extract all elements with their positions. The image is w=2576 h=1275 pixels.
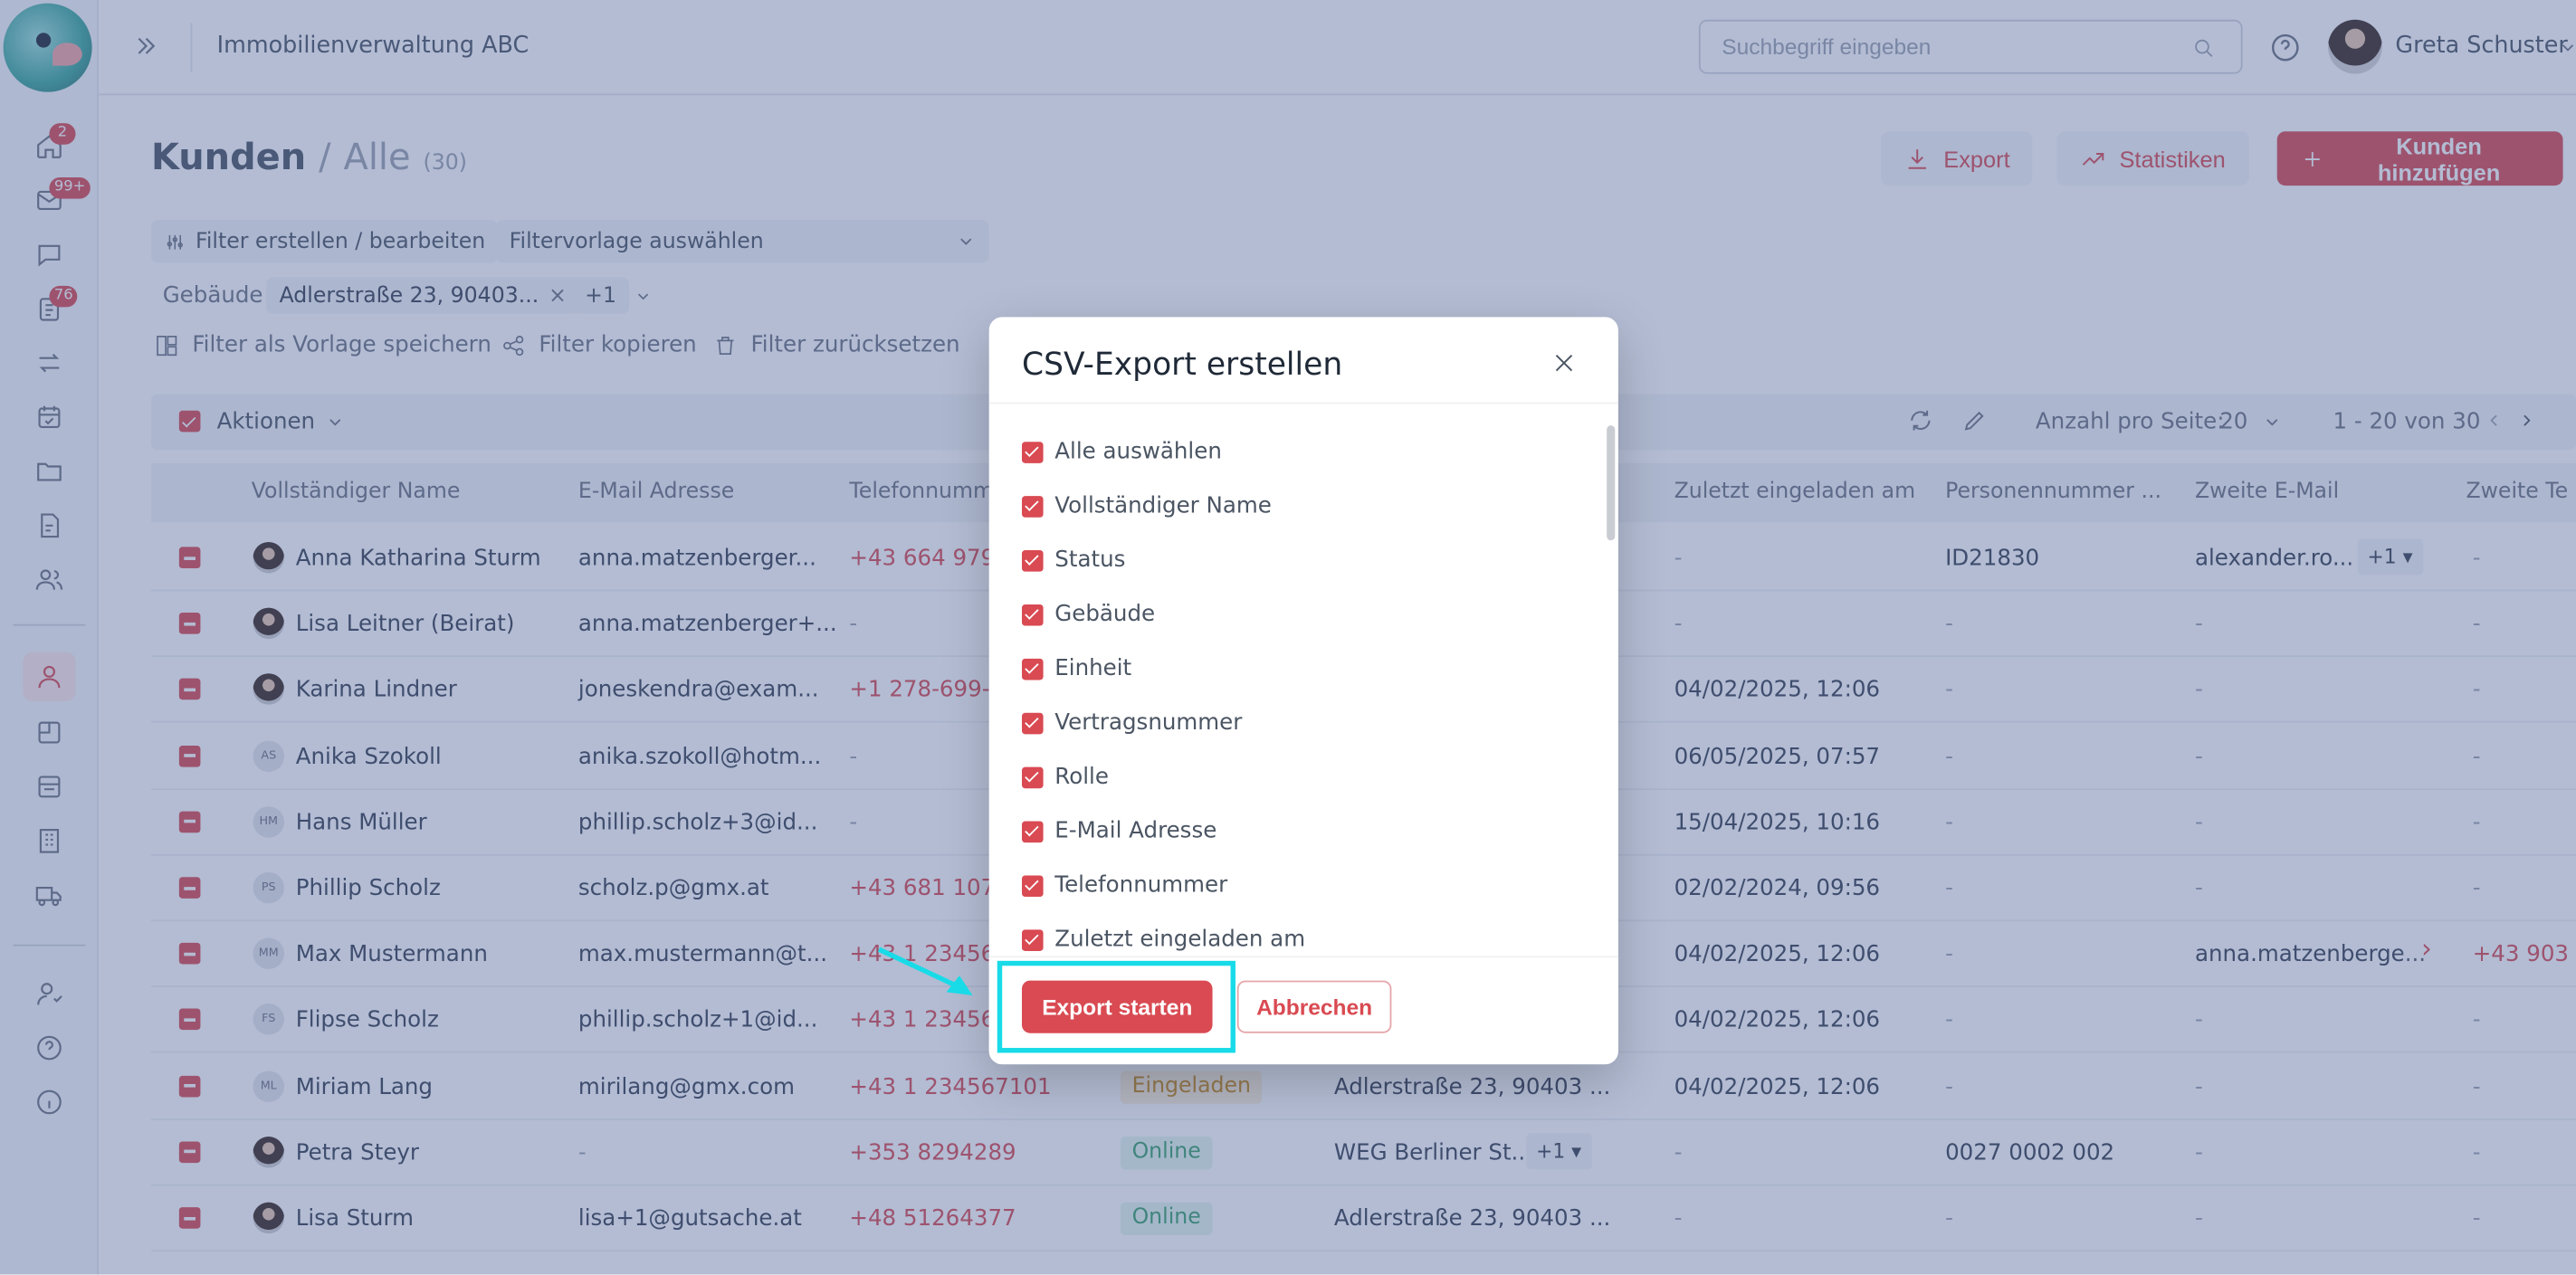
- export-option[interactable]: Zuletzt eingeladen am: [1021, 925, 1306, 955]
- close-icon[interactable]: [1550, 350, 1583, 383]
- option-label: Telefonnummer: [1054, 871, 1228, 899]
- option-checkbox[interactable]: [1021, 657, 1044, 680]
- option-checkbox[interactable]: [1021, 604, 1044, 625]
- option-label: Alle auswählen: [1054, 438, 1222, 465]
- dialog-scrollbar[interactable]: [1607, 425, 1616, 541]
- option-checkbox[interactable]: [1021, 874, 1044, 897]
- option-checkbox[interactable]: [1021, 820, 1044, 842]
- option-label: Einheit: [1054, 655, 1132, 682]
- option-label: Vertragsnummer: [1054, 709, 1243, 737]
- option-checkbox[interactable]: [1021, 928, 1044, 951]
- export-option[interactable]: Alle auswählen: [1021, 437, 1222, 467]
- cancel-button[interactable]: Abbrechen: [1236, 980, 1392, 1033]
- option-checkbox[interactable]: [1021, 549, 1044, 571]
- export-option[interactable]: Gebäude: [1021, 600, 1156, 630]
- app-root: 2 99+ 76 Immobilienverwaltung ABC Suchbe…: [0, 0, 2576, 1275]
- csv-export-dialog: CSV-Export erstellen Alle auswählen Volls…: [988, 317, 1618, 1065]
- option-label: Rolle: [1054, 764, 1109, 791]
- option-label: Vollständiger Name: [1054, 492, 1272, 519]
- export-option[interactable]: Telefonnummer: [1021, 871, 1228, 900]
- option-label: Status: [1054, 547, 1126, 574]
- dialog-divider: [988, 402, 1618, 404]
- option-label: Gebäude: [1054, 601, 1156, 628]
- option-checkbox[interactable]: [1021, 495, 1044, 517]
- pointer-arrow-icon: [877, 947, 973, 995]
- export-option[interactable]: Vollständiger Name: [1021, 491, 1272, 521]
- export-option[interactable]: Status: [1021, 546, 1126, 576]
- option-checkbox[interactable]: [1021, 441, 1044, 462]
- export-option[interactable]: E-Mail Adresse: [1021, 816, 1217, 846]
- option-label: E-Mail Adresse: [1054, 817, 1217, 844]
- export-option[interactable]: Vertragsnummer: [1021, 708, 1243, 737]
- export-option[interactable]: Einheit: [1021, 653, 1132, 683]
- highlight-box: [997, 960, 1236, 1053]
- option-checkbox[interactable]: [1021, 711, 1044, 734]
- option-label: Zuletzt eingeladen am: [1054, 926, 1306, 953]
- export-option[interactable]: Rolle: [1021, 762, 1109, 792]
- option-checkbox[interactable]: [1021, 766, 1044, 788]
- dialog-title: CSV-Export erstellen: [1021, 346, 1343, 383]
